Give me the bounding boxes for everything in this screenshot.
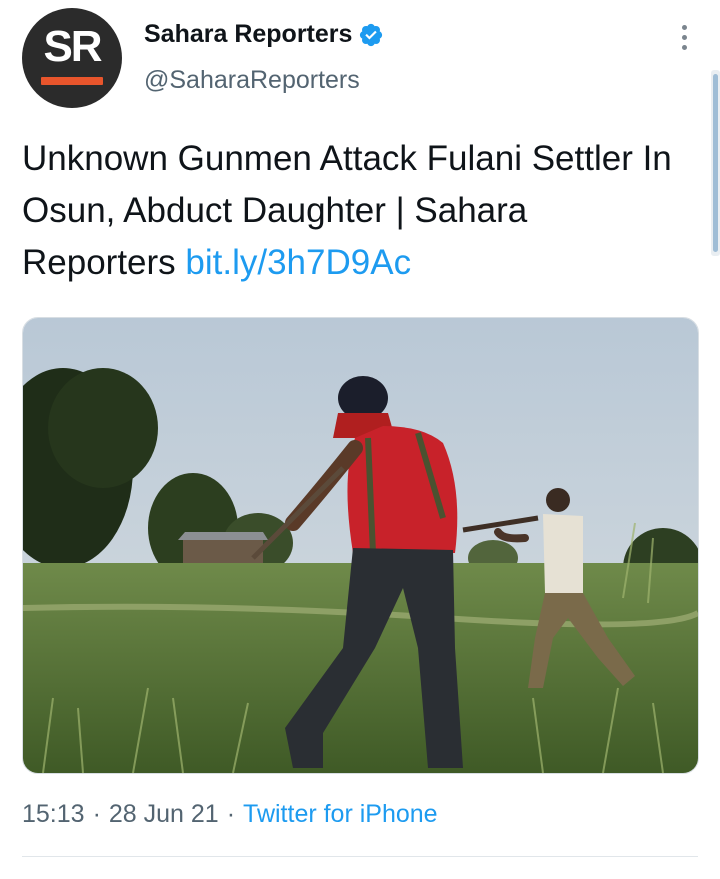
- avatar-accent-bar: [41, 77, 103, 85]
- account-handle[interactable]: @SaharaReporters: [144, 66, 360, 95]
- more-dot: [681, 34, 687, 40]
- account-name-row: Sahara Reporters: [144, 20, 384, 49]
- display-name[interactable]: Sahara Reporters: [144, 20, 352, 49]
- more-dot: [681, 44, 687, 50]
- tweet-source[interactable]: Twitter for iPhone: [243, 800, 438, 829]
- divider: [22, 856, 698, 857]
- photo-illustration: [23, 318, 698, 773]
- meta-separator: ·: [92, 800, 101, 828]
- verified-badge-icon: [360, 23, 383, 46]
- tweet-photo[interactable]: [22, 317, 699, 774]
- tweet-time[interactable]: 15:13: [22, 800, 85, 829]
- meta-separator: ·: [226, 800, 236, 828]
- avatar[interactable]: SR: [22, 8, 122, 108]
- more-options-icon[interactable]: [672, 20, 696, 54]
- tweet-date[interactable]: 28 Jun 21: [109, 800, 219, 829]
- tweet-meta: 15:13 · 28 Jun 21 · Twitter for iPhone: [22, 800, 438, 829]
- scrollbar[interactable]: [711, 70, 720, 256]
- avatar-letters: SR: [43, 22, 102, 71]
- more-dot: [681, 24, 687, 30]
- scrollbar-thumb[interactable]: [713, 74, 718, 252]
- tweet-link[interactable]: bit.ly/3h7D9Ac: [185, 243, 411, 282]
- tweet-text: Unknown Gunmen Attack Fulani Settler In …: [22, 133, 682, 289]
